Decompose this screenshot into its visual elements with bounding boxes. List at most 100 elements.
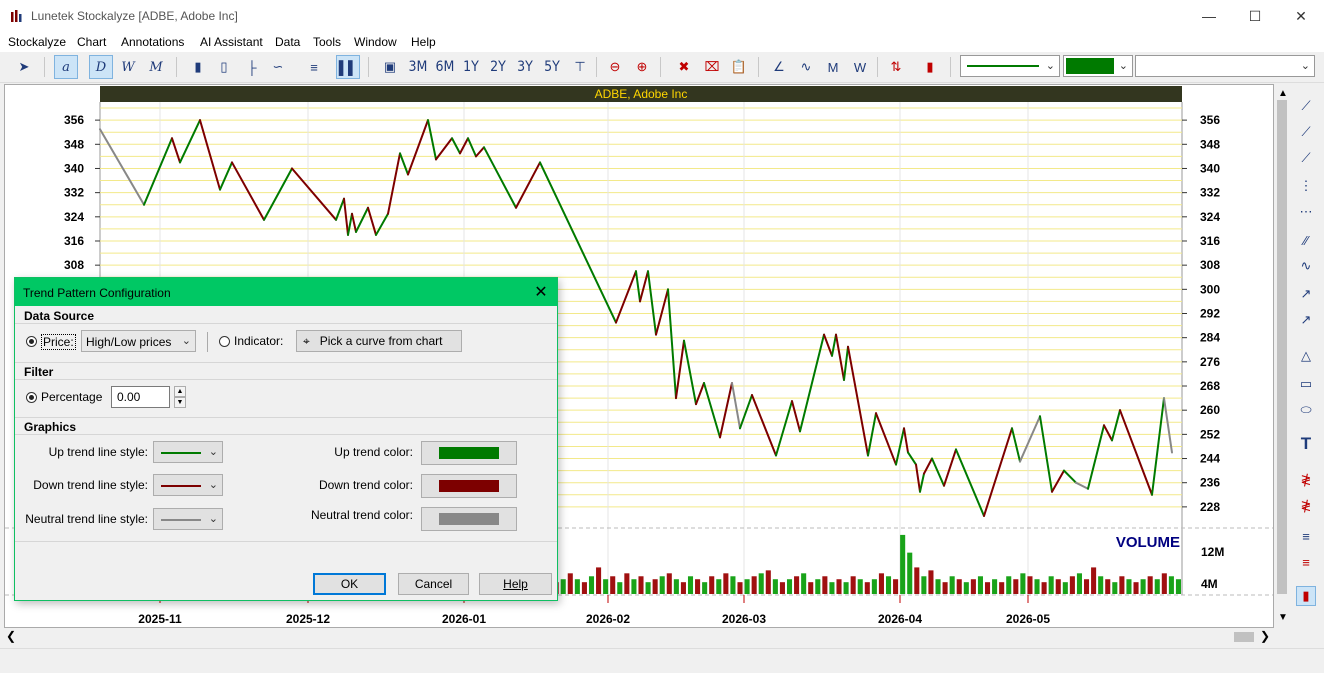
menu-help[interactable]: Help	[411, 35, 436, 49]
x-tick-label: 2026-04	[878, 612, 922, 626]
bar-chart-icon: ▌▌	[338, 59, 358, 75]
draw-extended-line-button[interactable]: ⟋	[1296, 148, 1316, 168]
candlestick-button[interactable]: ▮	[186, 55, 210, 79]
horizontal-scrollbar[interactable]: ❮ ❯	[0, 629, 1274, 645]
up-color-button[interactable]	[421, 441, 517, 465]
menu-ai-assistant[interactable]: AI Assistant	[200, 35, 263, 49]
triangle-button[interactable]: △	[1296, 346, 1316, 366]
period-6m-button[interactable]: 6M	[433, 55, 457, 79]
ohlc-bar-button[interactable]: ├	[240, 55, 264, 79]
indicator-radio-label[interactable]: Indicator:	[234, 334, 283, 348]
scroll-down-icon[interactable]: ▼	[1278, 612, 1288, 623]
trend-line-button[interactable]: ∠	[767, 55, 791, 79]
close-button[interactable]: ✕	[1278, 0, 1324, 32]
weekly-button[interactable]: W	[116, 55, 140, 79]
arrow-line-button[interactable]: ↗	[1296, 284, 1316, 304]
fibonacci-fan-button[interactable]: ≹	[1296, 470, 1316, 490]
scroll-left-icon[interactable]: ❮	[6, 629, 16, 643]
menu-data[interactable]: Data	[275, 35, 300, 49]
trend-pattern-button[interactable]: ▮	[1296, 586, 1316, 606]
fibonacci-levels-button[interactable]: ≡	[1296, 526, 1316, 546]
scroll-up-icon[interactable]: ▲	[1278, 88, 1288, 99]
percentage-input[interactable]: 0.00	[111, 386, 170, 408]
chevron-down-icon: ⌄	[208, 513, 218, 525]
price-radio-label[interactable]: Price:	[41, 334, 76, 350]
down-style-select[interactable]: ⌄	[153, 474, 223, 496]
menu-chart[interactable]: Chart	[77, 35, 106, 49]
pick-curve-button[interactable]: ⌖ Pick a curve from chart	[296, 330, 462, 352]
percentage-radio-label[interactable]: Percentage	[41, 390, 102, 404]
down-color-button[interactable]	[421, 474, 517, 498]
rectangle-button[interactable]: ▭	[1296, 374, 1316, 394]
period-3y-button[interactable]: 3Y	[513, 55, 537, 79]
monthly-button[interactable]: M	[144, 55, 168, 79]
maximize-button[interactable]: ☐	[1232, 0, 1278, 32]
ellipse-button[interactable]: ⬭	[1296, 400, 1316, 420]
delete-annotations-button[interactable]: ⌧	[700, 55, 724, 79]
cancel-button[interactable]: Cancel	[398, 573, 469, 595]
clipboard-button[interactable]: 📋	[727, 55, 751, 79]
period-5y-button[interactable]: 5Y	[540, 55, 564, 79]
period-1y-button[interactable]: 1Y	[459, 55, 483, 79]
custom-range-button[interactable]: ⊤	[568, 55, 592, 79]
menu-tools[interactable]: Tools	[313, 35, 341, 49]
pointer-tool-button[interactable]: ➤	[12, 55, 36, 79]
zigzag-button[interactable]: ∿	[794, 55, 818, 79]
help-button[interactable]: Help	[479, 573, 552, 595]
line-chart-button[interactable]: ∽	[266, 55, 290, 79]
volume-bars-button[interactable]: ▌▌	[336, 55, 360, 79]
y-tick-label: 324	[64, 210, 84, 224]
dialog-title: Trend Pattern Configuration	[23, 286, 171, 300]
fibonacci-retracement-button[interactable]: ≡	[1296, 552, 1316, 572]
percentage-decrement[interactable]: ▼	[174, 397, 186, 408]
scroll-right-icon[interactable]: ❯	[1260, 629, 1270, 643]
ok-button[interactable]: OK	[313, 573, 386, 595]
neutral-color-button[interactable]	[421, 507, 517, 531]
font-style-a-button[interactable]: a	[54, 55, 78, 79]
fibonacci-arc-button[interactable]: ≹	[1296, 496, 1316, 516]
indicator-radio[interactable]	[219, 336, 230, 347]
zigzag-draw-button[interactable]: ∿	[1296, 256, 1316, 276]
zoom-in-button[interactable]: ⊕	[630, 55, 654, 79]
wave-m-button[interactable]: M	[821, 55, 845, 79]
volume-bar	[666, 573, 672, 594]
scroll-thumb[interactable]	[1277, 100, 1287, 594]
menu-annotations[interactable]: Annotations	[121, 35, 184, 49]
dialog-close-icon[interactable]: ✕	[531, 282, 551, 302]
scroll-thumb[interactable]	[1234, 632, 1254, 642]
minimize-button[interactable]: —	[1186, 0, 1232, 32]
fit-screen-button[interactable]: ▣	[378, 55, 402, 79]
vertical-scrollbar[interactable]: ▲ ▼	[1274, 84, 1290, 628]
draw-line-button[interactable]: ⟋	[1296, 96, 1316, 116]
menu-window[interactable]: Window	[354, 35, 397, 49]
draw-ray-button[interactable]: ⟋	[1296, 122, 1316, 142]
period-2y-button[interactable]: 2Y	[486, 55, 510, 79]
volume-bar	[673, 579, 679, 594]
hollow-candle-button[interactable]: ▯	[212, 55, 236, 79]
channel-button[interactable]: ↗	[1296, 310, 1316, 330]
volume-bar	[588, 576, 595, 594]
neutral-style-select[interactable]: ⌄	[153, 508, 223, 530]
period-3m-button[interactable]: 3M	[406, 55, 430, 79]
line-color-select[interactable]: ⌄	[1063, 55, 1133, 77]
percentage-increment[interactable]: ▲	[174, 386, 186, 397]
candle-color-button[interactable]: ▮	[918, 55, 942, 79]
price-source-select[interactable]: High/Low prices ⌄	[81, 330, 196, 352]
indicator-list-button[interactable]: ≡	[302, 55, 326, 79]
volume-bar	[1098, 576, 1104, 594]
line-width-select[interactable]: ⌄	[1135, 55, 1315, 77]
wave-pattern-button[interactable]: W	[848, 55, 872, 79]
menu-stockalyze[interactable]: Stockalyze	[8, 35, 66, 49]
sort-arrows-button[interactable]: ⇅	[884, 55, 908, 79]
parallel-lines-button[interactable]: ∕∕	[1296, 230, 1316, 250]
crosshair-button[interactable]: ✖	[672, 55, 696, 79]
horizontal-line-button[interactable]: ⋯	[1296, 202, 1316, 222]
line-style-select[interactable]: ⌄	[960, 55, 1060, 77]
zoom-out-button[interactable]: ⊖	[603, 55, 627, 79]
text-button[interactable]: T	[1296, 434, 1316, 454]
percentage-radio[interactable]	[26, 392, 37, 403]
price-radio[interactable]	[26, 336, 37, 347]
vertical-line-button[interactable]: ⋮	[1296, 176, 1316, 196]
up-style-select[interactable]: ⌄	[153, 441, 223, 463]
daily-button[interactable]: D	[89, 55, 113, 79]
